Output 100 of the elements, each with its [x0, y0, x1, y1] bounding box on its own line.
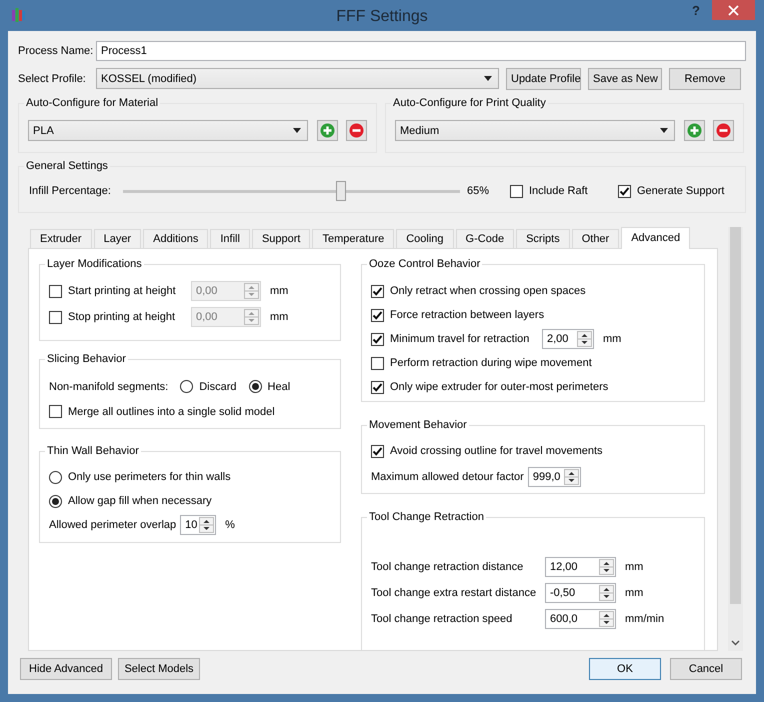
spin-box[interactable]: 999,0: [528, 467, 581, 487]
tab[interactable]: Support: [252, 229, 310, 248]
text-field[interactable]: Process1: [96, 41, 746, 61]
unit-label: mm: [603, 333, 622, 345]
field-label: Tool change retraction distance: [371, 561, 524, 573]
field-label: Allowed perimeter overlap: [49, 519, 176, 531]
dropdown-arrow-icon: [484, 76, 492, 81]
tab[interactable]: G-Code: [456, 229, 514, 248]
scrollbar-thumb[interactable]: [730, 227, 741, 604]
slider-thumb[interactable]: [336, 181, 346, 201]
field-label: Non-manifold segments:: [49, 380, 168, 392]
checkbox[interactable]: Perform retraction during wipe movement: [371, 356, 592, 370]
scrollbar[interactable]: [728, 227, 743, 651]
group-title: Thin Wall Behavior: [46, 445, 140, 458]
spin-arrows-icon: [199, 517, 214, 533]
dropdown[interactable]: Medium: [395, 120, 675, 141]
checkbox[interactable]: Force retraction between layers: [371, 308, 544, 322]
group-title: Slicing Behavior: [46, 353, 127, 366]
checkbox[interactable]: Merge all outlines into a single solid model: [49, 405, 275, 418]
hide-advanced-button[interactable]: Hide Advanced: [20, 658, 112, 680]
radio-button[interactable]: Discard: [180, 380, 237, 393]
percentage-reading: 65%: [467, 185, 490, 197]
field-label: Tool change extra restart distance: [371, 587, 538, 599]
spin-arrows-icon: [244, 309, 259, 325]
field-label: Process Name:: [18, 45, 94, 57]
spin-arrows-icon: [564, 469, 579, 485]
spin-arrows-icon: [244, 283, 259, 299]
checkbox[interactable]: Stop printing at height: [49, 310, 176, 324]
group-title: Layer Modifications: [46, 258, 143, 271]
check-icon: [372, 286, 383, 296]
radio-button[interactable]: Heal: [248, 380, 290, 393]
tab[interactable]: Infill: [210, 229, 250, 248]
spin-arrows-icon: [599, 611, 614, 627]
minus-icon: [349, 123, 364, 138]
field-label: Tool change retraction speed: [371, 613, 514, 625]
remove-button[interactable]: Remove: [669, 68, 741, 90]
check-icon: [619, 186, 630, 196]
unit-label: mm: [625, 587, 644, 599]
checkbox[interactable]: Minimum travel for retraction: [371, 332, 530, 346]
add-button[interactable]: [684, 120, 705, 141]
dropdown[interactable]: KOSSEL (modified): [96, 68, 499, 89]
unit-label: %: [225, 519, 235, 531]
tab[interactable]: Extruder: [30, 229, 92, 248]
group-title: Auto-Configure for Print Quality: [392, 97, 547, 110]
spin-box[interactable]: 2,00: [542, 329, 594, 349]
checkbox[interactable]: Start printing at height: [49, 284, 176, 298]
tab[interactable]: Additions: [143, 229, 208, 248]
group-title: General Settings: [25, 160, 109, 173]
radio-button[interactable]: Allow gap fill when necessary: [49, 494, 212, 508]
close-icon: [728, 4, 739, 16]
checkbox[interactable]: Generate Support: [618, 184, 724, 198]
remove-button[interactable]: [346, 120, 367, 141]
save-as-new-button[interactable]: Save as New: [588, 68, 662, 90]
scroll-down-icon[interactable]: [731, 640, 740, 646]
tab[interactable]: Scripts: [516, 229, 570, 248]
tab[interactable]: Layer: [94, 229, 142, 248]
check-icon: [372, 382, 383, 392]
spin-box[interactable]: -0,50: [545, 583, 616, 603]
field-label: Maximum allowed detour factor: [371, 471, 524, 483]
check-icon: [372, 334, 383, 344]
checkbox[interactable]: Only retract when crossing open spaces: [371, 284, 586, 298]
dropdown-arrow-icon: [660, 128, 668, 133]
add-button[interactable]: [317, 120, 338, 141]
checkbox[interactable]: Only wipe extruder for outer-most perimeters: [371, 380, 608, 394]
spin-box[interactable]: 600,0: [545, 609, 616, 629]
check-icon: [372, 446, 383, 456]
group-title: Tool Change Retraction: [368, 511, 485, 524]
unit-label: mm: [270, 285, 288, 297]
plus-icon: [687, 123, 702, 138]
dropdown[interactable]: PLA: [28, 120, 308, 141]
minus-icon: [716, 123, 731, 138]
cancel-button[interactable]: Cancel: [670, 658, 742, 680]
unit-label: mm: [625, 561, 644, 573]
radio-button[interactable]: Only use perimeters for thin walls: [49, 470, 231, 484]
tab[interactable]: Other: [572, 229, 620, 248]
check-icon: [372, 310, 383, 320]
group-title: Movement Behavior: [368, 419, 468, 432]
group-title: Auto-Configure for Material: [25, 97, 160, 110]
group-title: Ooze Control Behavior: [368, 258, 482, 271]
close-button[interactable]: [712, 0, 755, 20]
dropdown-arrow-icon: [293, 128, 301, 133]
checkbox[interactable]: Include Raft: [510, 184, 588, 198]
window-title: FFF Settings: [336, 7, 428, 27]
ok-button[interactable]: OK: [589, 658, 661, 680]
field-label: Select Profile:: [18, 72, 87, 84]
tab[interactable]: Advanced: [621, 227, 690, 249]
tab[interactable]: Temperature: [312, 229, 394, 248]
app-icon: [12, 8, 25, 22]
checkbox[interactable]: Avoid crossing outline for travel movements: [371, 444, 603, 458]
unit-label: mm/min: [625, 613, 664, 625]
spin-box[interactable]: 12,00: [545, 557, 616, 577]
unit-label: mm: [270, 311, 288, 323]
spin-box[interactable]: 10: [180, 515, 216, 535]
select-models-button[interactable]: Select Models: [118, 658, 200, 680]
spin-arrows-icon: [577, 331, 592, 347]
remove-button[interactable]: [713, 120, 734, 141]
tab[interactable]: Cooling: [396, 229, 454, 248]
spin-arrows-icon: [599, 585, 614, 601]
spin-arrows-icon: [599, 559, 614, 575]
update-profile-button[interactable]: Update Profile: [506, 68, 581, 90]
